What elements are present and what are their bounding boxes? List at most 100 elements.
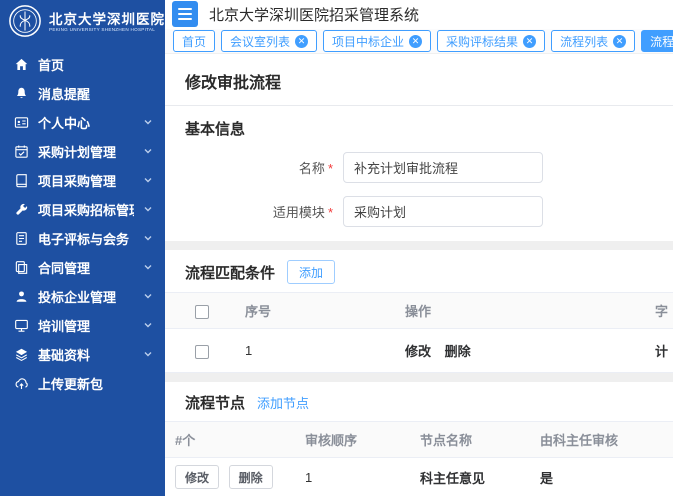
- wrench-icon: [14, 202, 29, 217]
- close-icon[interactable]: ✕: [409, 35, 422, 48]
- tab-meeting-room-list[interactable]: 会议室列表 ✕: [221, 30, 317, 52]
- basic-info-title: 基本信息: [185, 118, 673, 139]
- sidebar-item-project-procurement[interactable]: 项目采购管理: [0, 166, 165, 195]
- select-all-checkbox[interactable]: [195, 305, 209, 319]
- sidebar-item-label: 项目采购招标管理: [38, 200, 134, 219]
- menu-toggle-button[interactable]: [172, 1, 198, 27]
- close-icon[interactable]: ✕: [613, 35, 626, 48]
- system-title: 北京大学深圳医院招采管理系统: [209, 4, 419, 25]
- top-bar: 北京大学深圳医院招采管理系统: [165, 0, 673, 29]
- close-icon[interactable]: ✕: [523, 35, 536, 48]
- sidebar-item-procurement-plan[interactable]: 采购计划管理: [0, 137, 165, 166]
- label-text: 适用模块: [273, 205, 325, 220]
- sidebar-item-label: 培训管理: [38, 316, 134, 335]
- document-icon: [14, 231, 29, 246]
- chevron-down-icon: [143, 347, 153, 362]
- sidebar-item-e-evaluation[interactable]: 电子评标与会务: [0, 224, 165, 253]
- home-icon: [14, 57, 29, 72]
- module-input[interactable]: [343, 196, 543, 227]
- tab-label: 会议室列表: [230, 33, 290, 50]
- process-nodes-title: 流程节点: [185, 392, 245, 413]
- sidebar-item-label: 电子评标与会务: [38, 229, 134, 248]
- chevron-down-icon: [143, 115, 153, 130]
- sidebar-item-contract[interactable]: 合同管理: [0, 253, 165, 282]
- close-icon[interactable]: ✕: [295, 35, 308, 48]
- main-area: 北京大学深圳医院招采管理系统 首页 会议室列表 ✕ 项目中标企业 ✕ 采购评标结…: [165, 0, 673, 496]
- layers-icon: [14, 347, 29, 362]
- conditions-table: 序号 操作 字 1 修改 删除 计: [165, 292, 673, 373]
- delete-node-button[interactable]: 删除: [229, 465, 273, 489]
- hospital-logo-block: 北京大学深圳医院 PEKING UNIVERSITY SHENZHEN HOSP…: [0, 0, 165, 46]
- tab-bar: 首页 会议室列表 ✕ 项目中标企业 ✕ 采购评标结果 ✕ 流程列表 ✕ 流程 ✕: [165, 29, 673, 55]
- section-divider: [165, 241, 673, 250]
- chevron-down-icon: [143, 144, 153, 159]
- add-condition-button[interactable]: 添加: [287, 260, 335, 284]
- col-node-dept: 由科主任审核: [530, 422, 673, 458]
- section-divider: [165, 373, 673, 382]
- sidebar-item-label: 上传更新包: [38, 374, 153, 393]
- node-order: 1: [295, 458, 410, 496]
- node-name: 科主任意见: [410, 458, 530, 496]
- sidebar-item-project-bidding[interactable]: 项目采购招标管理: [0, 195, 165, 224]
- basic-info-section: 基本信息 名称* 适用模块*: [165, 106, 673, 241]
- condition-delete-link[interactable]: 删除: [445, 344, 471, 359]
- condition-extra: 计: [645, 329, 673, 373]
- sidebar-item-label: 首页: [38, 55, 153, 74]
- tab-label: 项目中标企业: [332, 33, 404, 50]
- sidebar-item-label: 基础资料: [38, 345, 134, 364]
- calendar-icon: [14, 144, 29, 159]
- nodes-header-row: #个 审核顺序 节点名称 由科主任审核: [165, 422, 673, 458]
- tab-label: 流程: [650, 33, 673, 50]
- chevron-down-icon: [143, 202, 153, 217]
- sidebar-item-home[interactable]: 首页: [0, 50, 165, 79]
- match-conditions-section: 流程匹配条件 添加 序号 操作 字: [165, 250, 673, 373]
- add-node-link[interactable]: 添加节点: [257, 393, 309, 412]
- required-mark: *: [328, 161, 333, 176]
- hospital-name-en: PEKING UNIVERSITY SHENZHEN HOSPITAL: [49, 28, 156, 33]
- name-form-row: 名称*: [185, 152, 673, 183]
- modify-node-button[interactable]: 修改: [175, 465, 219, 489]
- tab-process[interactable]: 流程 ✕: [641, 30, 673, 52]
- chevron-down-icon: [143, 173, 153, 188]
- user-icon: [14, 289, 29, 304]
- node-row: 修改 删除 1 科主任意见 是: [165, 458, 673, 496]
- col-node-name: 节点名称: [410, 422, 530, 458]
- page-title: 修改审批流程: [185, 69, 673, 93]
- sidebar-item-label: 个人中心: [38, 113, 134, 132]
- chevron-down-icon: [143, 260, 153, 275]
- sidebar: 北京大学深圳医院 PEKING UNIVERSITY SHENZHEN HOSP…: [0, 0, 165, 496]
- sidebar-item-upload-package[interactable]: 上传更新包: [0, 369, 165, 398]
- sidebar-item-basic-data[interactable]: 基础资料: [0, 340, 165, 369]
- cloud-upload-icon: [14, 376, 29, 391]
- tab-process-list[interactable]: 流程列表 ✕: [551, 30, 635, 52]
- nodes-table: #个 审核顺序 节点名称 由科主任审核 修改 删除 1: [165, 421, 673, 496]
- book-icon: [14, 173, 29, 188]
- id-card-icon: [14, 115, 29, 130]
- conditions-header-row: 序号 操作 字: [165, 293, 673, 329]
- app-window: 北京大学深圳医院 PEKING UNIVERSITY SHENZHEN HOSP…: [0, 0, 673, 496]
- process-nodes-section: 流程节点 添加节点 #个 审核顺序 节点名称 由科主任审核: [165, 382, 673, 496]
- sidebar-item-label: 投标企业管理: [38, 287, 134, 306]
- sidebar-menu: 首页 消息提醒 个人中心 采购计划管理 项目采购管理: [0, 50, 165, 398]
- sidebar-item-messages[interactable]: 消息提醒: [0, 79, 165, 108]
- col-node-action: #个: [165, 422, 295, 458]
- sidebar-item-label: 项目采购管理: [38, 171, 134, 190]
- tab-home[interactable]: 首页: [173, 30, 215, 52]
- sidebar-item-personal-center[interactable]: 个人中心: [0, 108, 165, 137]
- chevron-down-icon: [143, 318, 153, 333]
- col-node-order: 审核顺序: [295, 422, 410, 458]
- match-conditions-title: 流程匹配条件: [185, 262, 275, 283]
- module-label: 适用模块*: [185, 202, 343, 221]
- bell-icon: [14, 86, 29, 101]
- hospital-logo-icon: [8, 4, 42, 43]
- name-input[interactable]: [343, 152, 543, 183]
- tab-project-winning-bidder[interactable]: 项目中标企业 ✕: [323, 30, 431, 52]
- tab-evaluation-result[interactable]: 采购评标结果 ✕: [437, 30, 545, 52]
- label-text: 名称: [299, 161, 325, 176]
- hospital-name: 北京大学深圳医院 PEKING UNIVERSITY SHENZHEN HOSP…: [49, 13, 165, 33]
- col-seq: 序号: [235, 293, 395, 329]
- condition-modify-link[interactable]: 修改: [405, 344, 431, 359]
- sidebar-item-training[interactable]: 培训管理: [0, 311, 165, 340]
- sidebar-item-bidder-management[interactable]: 投标企业管理: [0, 282, 165, 311]
- row-checkbox[interactable]: [195, 345, 209, 359]
